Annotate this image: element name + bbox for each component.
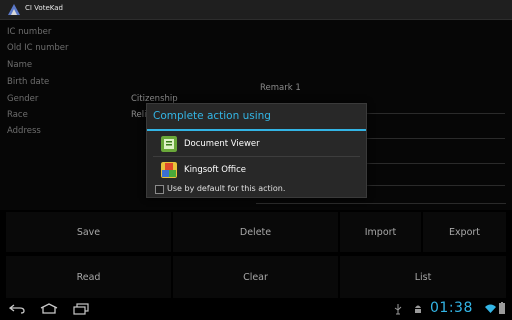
back-icon[interactable] [9,304,25,314]
kingsoft-office-icon [161,162,177,178]
document-viewer-icon [161,136,177,152]
import-button[interactable]: Import [340,212,421,252]
field-label-ic-number: IC number [7,27,52,37]
address-input-underline[interactable] [256,203,506,204]
save-button[interactable]: Save [6,212,171,252]
recent-apps-icon[interactable] [73,303,89,315]
complete-action-dialog: Complete action using Document Viewer Ki… [146,103,367,198]
read-button[interactable]: Read [6,256,171,298]
app-title: CI VoteKad [25,4,63,12]
remark-input-underline-2[interactable] [365,138,505,139]
delete-button[interactable]: Delete [173,212,338,252]
remark-input-underline-4[interactable] [365,185,505,186]
status-clock: 01:38 [430,300,473,316]
field-label-gender: Gender [7,94,39,104]
battery-icon [499,302,505,314]
remark-input-underline-3[interactable] [365,163,505,164]
option-label: Kingsoft Office [184,165,247,175]
android-debug-icon [415,305,421,313]
option-kingsoft-office[interactable]: Kingsoft Office [147,159,366,182]
remark-input-underline[interactable] [365,113,505,114]
use-by-default-label: Use by default for this action. [167,184,286,193]
field-label-old-ic-number: Old IC number [7,43,69,53]
option-divider [153,156,360,157]
list-button[interactable]: List [340,256,506,298]
field-label-birth-date: Birth date [7,77,50,87]
wifi-icon [485,304,496,313]
clear-button[interactable]: Clear [173,256,338,298]
option-label: Document Viewer [184,139,260,149]
dialog-title-divider [147,129,366,131]
field-label-race: Race [7,110,28,120]
home-icon[interactable] [40,303,58,314]
app-logo-icon [8,4,20,15]
field-label-remark: Remark 1 [260,83,301,93]
field-label-name: Name [7,60,33,70]
title-bar: CI VoteKad [0,0,512,20]
use-by-default-checkbox[interactable] [155,185,164,194]
usb-icon [394,304,402,315]
dialog-title: Complete action using [153,110,271,122]
field-label-address: Address [7,126,41,136]
option-document-viewer[interactable]: Document Viewer [147,133,366,156]
export-button[interactable]: Export [423,212,506,252]
